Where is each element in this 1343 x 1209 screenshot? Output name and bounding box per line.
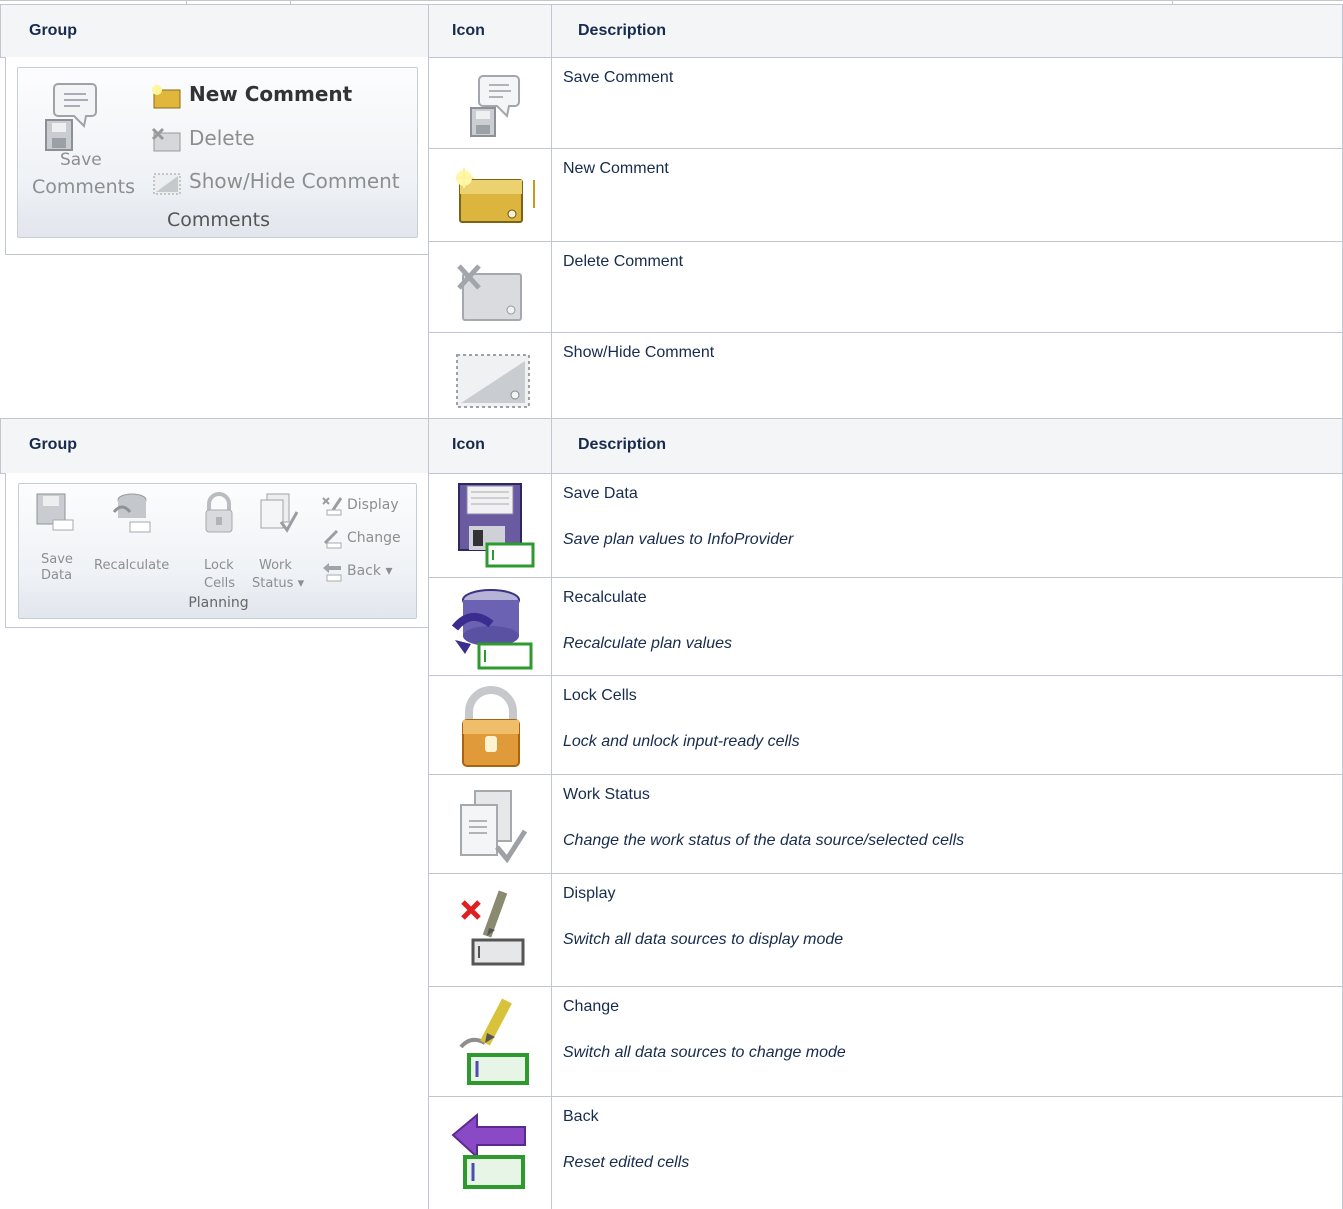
display-small-icon (322, 497, 343, 516)
table2-row-7-icon-cell (428, 1096, 552, 1209)
table1-header-description: Description (551, 4, 1343, 58)
table1-header-icon: Icon (428, 4, 552, 58)
back-description: Reset edited cells (563, 1154, 690, 1171)
table1-row-2-icon-cell (428, 148, 552, 242)
display-title: Display (563, 885, 616, 902)
comments-ribbon-group: Save Comments New Comment Delete Show/Hi… (17, 67, 418, 238)
lock-cells-label-1[interactable]: Lock (204, 558, 234, 573)
change-label[interactable]: Change (347, 530, 401, 546)
show-hide-small-icon (153, 173, 181, 195)
change-icon (459, 998, 529, 1085)
lock-cells-description: Lock and unlock input-ready cells (563, 733, 800, 750)
table2-row-5-icon-cell (428, 873, 552, 987)
work-status-icon (460, 790, 528, 864)
lock-cells-icon (462, 686, 520, 767)
table2-row-1-icon-cell (428, 473, 552, 578)
back-label[interactable]: Back ▾ (347, 563, 392, 579)
change-small-icon (323, 529, 342, 549)
table1-row-4-desc-cell: Show/Hide Comment (551, 332, 1343, 419)
recalculate-description: Recalculate plan values (563, 635, 732, 652)
table2-row-5-desc-cell: Display Switch all data sources to displ… (551, 873, 1343, 987)
lock-cells-title: Lock Cells (563, 687, 637, 704)
table2-header-description: Description (551, 418, 1343, 474)
recalculate-icon (451, 589, 533, 670)
table1-header-group: Group (0, 4, 429, 58)
planning-ribbon-group: Save Data Recalculate Lock Cells Work St… (18, 483, 417, 619)
back-text: Back (347, 563, 381, 579)
header-group-label: Group (29, 22, 77, 39)
delete-small-icon (151, 127, 181, 152)
header-description-label: Description (578, 436, 667, 453)
save-comments-label-1[interactable]: Save (60, 150, 102, 170)
save-comment-title: Save Comment (563, 69, 674, 86)
work-status-description: Change the work status of the data sourc… (563, 832, 965, 849)
table1-row-4-icon-cell (428, 332, 552, 419)
lock-cells-label-2[interactable]: Cells (204, 576, 235, 591)
new-comment-label[interactable]: New Comment (189, 82, 352, 106)
table1-row-2-desc-cell: New Comment (551, 148, 1343, 242)
work-status-label-2[interactable]: Status ▾ (252, 576, 304, 591)
table2-row-6-desc-cell: Change Switch all data sources to change… (551, 986, 1343, 1097)
new-comment-title: New Comment (563, 160, 669, 177)
show-hide-comment-title: Show/Hide Comment (563, 344, 715, 361)
save-data-title: Save Data (563, 485, 638, 502)
table2-row-4-icon-cell (428, 774, 552, 874)
table2-row-3-icon-cell (428, 675, 552, 775)
table2-group-cell: Save Data Recalculate Lock Cells Work St… (5, 473, 429, 628)
header-group-label: Group (29, 436, 77, 453)
change-description: Switch all data sources to change mode (563, 1044, 846, 1061)
header-icon-label: Icon (452, 436, 485, 453)
header-description-label: Description (578, 22, 667, 39)
table1-group-cell: Save Comments New Comment Delete Show/Hi… (5, 57, 429, 255)
show-hide-label[interactable]: Show/Hide Comment (189, 169, 400, 193)
table1-row-1-icon-cell (428, 57, 552, 149)
save-data-label-2[interactable]: Data (41, 568, 72, 583)
table1-row-3-desc-cell: Delete Comment (551, 241, 1343, 333)
header-icon-label: Icon (452, 22, 485, 39)
planning-group-label: Planning (188, 595, 249, 611)
table2-row-6-icon-cell (428, 986, 552, 1097)
table2-row-2-icon-cell (428, 577, 552, 676)
back-title: Back (563, 1108, 599, 1125)
table1-row-3-icon-cell (428, 241, 552, 333)
display-label[interactable]: Display (347, 497, 399, 513)
work-status-text: Status (252, 576, 294, 591)
table2-row-4-desc-cell: Work Status Change the work status of th… (551, 774, 1343, 874)
work-status-small-icon (260, 493, 299, 533)
delete-label[interactable]: Delete (189, 126, 255, 150)
save-comment-icon (470, 75, 520, 137)
back-small-icon (323, 563, 342, 582)
table2-row-3-desc-cell: Lock Cells Lock and unlock input-ready c… (551, 675, 1343, 775)
save-data-small-icon (36, 493, 74, 531)
lock-small-icon (205, 492, 233, 533)
save-data-description: Save plan values to InfoProvider (563, 531, 794, 548)
new-comment-icon (456, 168, 535, 223)
save-data-icon (458, 483, 535, 568)
table2-row-7-desc-cell: Back Reset edited cells (551, 1096, 1343, 1209)
table2-row-2-desc-cell: Recalculate Recalculate plan values (551, 577, 1343, 676)
save-comments-label-2[interactable]: Comments (32, 176, 135, 198)
delete-comment-title: Delete Comment (563, 253, 684, 270)
display-icon (461, 890, 525, 966)
table1-row-1-desc-cell: Save Comment (551, 57, 1343, 149)
recalculate-label[interactable]: Recalculate (94, 558, 169, 573)
work-status-label-1[interactable]: Work (259, 558, 292, 573)
table2-header-group: Group (0, 418, 429, 474)
work-status-title: Work Status (563, 786, 650, 803)
show-hide-comment-icon (456, 354, 530, 408)
recalculate-small-icon (112, 493, 151, 533)
change-title: Change (563, 998, 620, 1015)
save-comments-icon (45, 83, 97, 151)
table2-row-1-desc-cell: Save Data Save plan values to InfoProvid… (551, 473, 1343, 578)
delete-comment-icon (457, 264, 522, 321)
display-description: Switch all data sources to display mode (563, 931, 844, 948)
new-comment-small-icon (152, 85, 181, 109)
recalculate-title: Recalculate (563, 589, 647, 606)
back-icon (451, 1112, 526, 1189)
save-data-label-1[interactable]: Save (41, 552, 73, 567)
comments-group-label: Comments (167, 209, 270, 231)
table2-header-icon: Icon (428, 418, 552, 474)
